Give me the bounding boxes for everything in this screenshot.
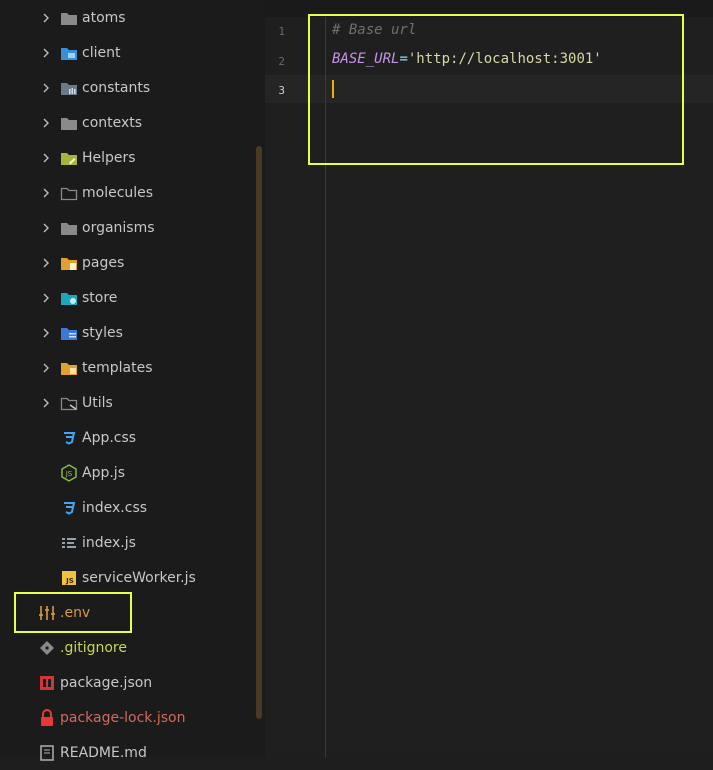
svg-text:JS: JS	[65, 470, 73, 478]
file-label: App.js	[82, 464, 125, 481]
folder-label: organisms	[82, 219, 155, 236]
git-icon	[38, 639, 56, 657]
npm-icon	[38, 674, 56, 692]
folder-label: molecules	[82, 184, 154, 201]
folder-item[interactable]: store	[0, 280, 255, 315]
file-label: serviceWorker.js	[82, 569, 196, 586]
file-item[interactable]: package-lock.json	[0, 700, 255, 735]
env-highlight-box	[14, 592, 132, 633]
chevron-right-icon[interactable]	[38, 153, 54, 163]
folder-icon	[60, 219, 78, 237]
folder-item[interactable]: styles	[0, 315, 255, 350]
file-item[interactable]: index.css	[0, 490, 255, 525]
folder-client-icon	[60, 44, 78, 62]
file-item[interactable]: .gitignore	[0, 630, 255, 665]
file-label: App.css	[82, 429, 137, 446]
book-icon	[38, 744, 56, 762]
folder-item[interactable]: Utils	[0, 385, 255, 420]
folder-label: contexts	[82, 114, 143, 131]
lock-icon	[38, 708, 56, 727]
folder-label: client	[82, 44, 121, 61]
folder-constants-icon	[60, 79, 78, 97]
line-number: 1	[278, 25, 285, 38]
folder-item[interactable]: templates	[0, 350, 255, 385]
file-item[interactable]: index.js	[0, 525, 255, 560]
folder-item[interactable]: molecules	[0, 175, 255, 210]
chevron-right-icon[interactable]	[38, 48, 54, 58]
chevron-right-icon[interactable]	[38, 223, 54, 233]
folder-item[interactable]: organisms	[0, 210, 255, 245]
folder-outline-icon	[60, 184, 78, 202]
svg-text:JS: JS	[65, 577, 74, 585]
file-label: package.json	[60, 674, 153, 691]
folder-store-icon	[60, 289, 78, 307]
chevron-right-icon[interactable]	[38, 118, 54, 128]
folder-styles-icon	[60, 324, 78, 342]
chevron-right-icon[interactable]	[38, 258, 54, 268]
chevron-right-icon[interactable]	[38, 363, 54, 373]
file-item[interactable]: App.css	[0, 420, 255, 455]
line-number: 2	[278, 55, 285, 68]
file-explorer: atoms client constants contexts Helpers molec…	[0, 0, 266, 761]
folder-helpers-icon	[60, 149, 78, 167]
nodejs-icon: JS	[60, 463, 78, 482]
folder-item[interactable]: contexts	[0, 105, 255, 140]
file-item[interactable]: package.json	[0, 665, 255, 700]
file-item[interactable]: JS serviceWorker.js	[0, 560, 255, 595]
folder-utils-icon	[60, 394, 78, 412]
css-icon	[60, 499, 78, 517]
file-label: README.md	[60, 744, 147, 761]
css-icon	[60, 429, 78, 447]
chevron-right-icon[interactable]	[38, 398, 54, 408]
explorer-scrollbar[interactable]	[256, 146, 262, 719]
line-number: 3	[278, 84, 285, 97]
folder-label: Helpers	[82, 149, 136, 166]
folder-label: styles	[82, 324, 123, 341]
file-label: .gitignore	[60, 639, 127, 656]
folder-item[interactable]: client	[0, 35, 255, 70]
chevron-right-icon[interactable]	[38, 83, 54, 93]
code-editor[interactable]: 1 2 3 # Base url BASE_URL='http://localh…	[265, 0, 713, 757]
file-item[interactable]: README.md	[0, 735, 255, 770]
folder-label: pages	[82, 254, 125, 271]
folder-icon	[60, 9, 78, 27]
chevron-right-icon[interactable]	[38, 188, 54, 198]
folder-label: atoms	[82, 9, 126, 26]
folder-label: Utils	[82, 394, 113, 411]
code-highlight-box	[308, 14, 684, 165]
file-label: package-lock.json	[60, 709, 186, 726]
folder-item[interactable]: constants	[0, 70, 255, 105]
folder-label: store	[82, 289, 118, 306]
folder-templates-icon	[60, 359, 78, 377]
folder-icon	[60, 114, 78, 132]
folder-label: constants	[82, 79, 151, 96]
folder-item[interactable]: atoms	[0, 0, 255, 35]
file-item[interactable]: JS App.js	[0, 455, 255, 490]
folder-item[interactable]: pages	[0, 245, 255, 280]
file-label: index.js	[82, 534, 136, 551]
chevron-right-icon[interactable]	[38, 13, 54, 23]
folder-label: templates	[82, 359, 153, 376]
chevron-right-icon[interactable]	[38, 293, 54, 303]
folder-pages-icon	[60, 254, 78, 272]
list-icon	[60, 534, 78, 552]
js-icon: JS	[60, 569, 78, 587]
file-label: index.css	[82, 499, 148, 516]
chevron-right-icon[interactable]	[38, 328, 54, 338]
folder-item[interactable]: Helpers	[0, 140, 255, 175]
